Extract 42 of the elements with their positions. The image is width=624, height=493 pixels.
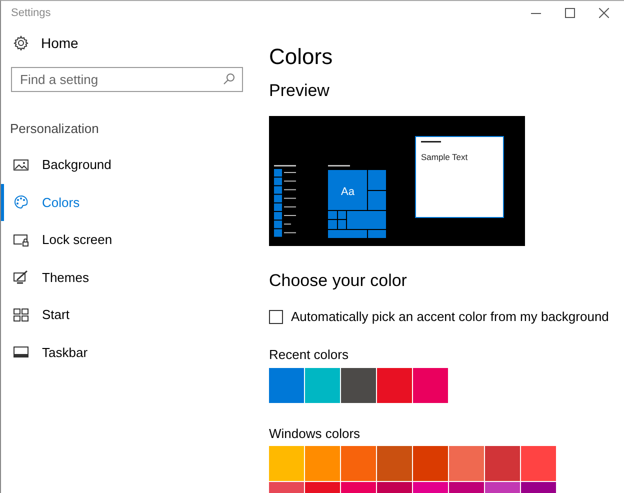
window-title: Settings bbox=[11, 7, 51, 19]
sidebar-item[interactable]: Start bbox=[1, 296, 78, 334]
color-swatch[interactable] bbox=[449, 446, 484, 481]
color-swatch[interactable] bbox=[413, 368, 448, 403]
color-swatch[interactable] bbox=[305, 368, 340, 403]
search-field[interactable]: Find a setting bbox=[11, 67, 243, 92]
search-icon bbox=[223, 73, 235, 85]
color-swatch[interactable] bbox=[305, 446, 340, 481]
minimize-icon[interactable] bbox=[531, 12, 541, 14]
color-swatch[interactable] bbox=[269, 446, 304, 481]
color-swatch[interactable] bbox=[377, 446, 412, 481]
settings-icon bbox=[13, 35, 29, 51]
checkbox-label: Automatically pick an accent color from my background bbox=[291, 309, 609, 324]
sidebar-item[interactable]: Taskbar bbox=[1, 334, 96, 371]
grid-icon bbox=[13, 308, 29, 322]
sidebar-item[interactable]: Colors bbox=[1, 184, 88, 221]
home-nav-item[interactable]: Home bbox=[1, 25, 90, 61]
brush-icon bbox=[13, 270, 29, 284]
color-swatch[interactable] bbox=[485, 446, 520, 481]
page-title: Colors bbox=[269, 43, 334, 71]
recent-colors-label: Recent colors bbox=[269, 347, 348, 362]
taskbar-icon bbox=[13, 345, 29, 360]
picture-icon bbox=[13, 158, 29, 172]
close-icon[interactable] bbox=[599, 8, 609, 18]
monitor-lock-icon bbox=[13, 232, 29, 247]
color-swatch[interactable] bbox=[341, 446, 376, 481]
sidebar-item[interactable]: Themes bbox=[1, 258, 97, 296]
color-swatch[interactable] bbox=[521, 446, 556, 481]
windows-colors-label: Windows colors bbox=[269, 426, 360, 441]
checkbox[interactable] bbox=[269, 310, 283, 324]
section-heading: Preview bbox=[269, 80, 330, 102]
palette-icon bbox=[13, 195, 29, 210]
sidebar-item[interactable]: Lock screen bbox=[1, 221, 120, 258]
section-heading: Personalization bbox=[10, 121, 99, 136]
section-heading: Choose your color bbox=[269, 270, 408, 292]
theme-preview-drawing: Aa Sample Text bbox=[269, 116, 525, 246]
color-swatch[interactable] bbox=[413, 446, 448, 481]
color-swatch[interactable] bbox=[341, 368, 376, 403]
color-swatch[interactable] bbox=[269, 368, 304, 403]
maximize-icon[interactable] bbox=[565, 8, 575, 18]
sidebar-item[interactable]: Background bbox=[1, 146, 120, 184]
color-swatch[interactable] bbox=[377, 368, 412, 403]
